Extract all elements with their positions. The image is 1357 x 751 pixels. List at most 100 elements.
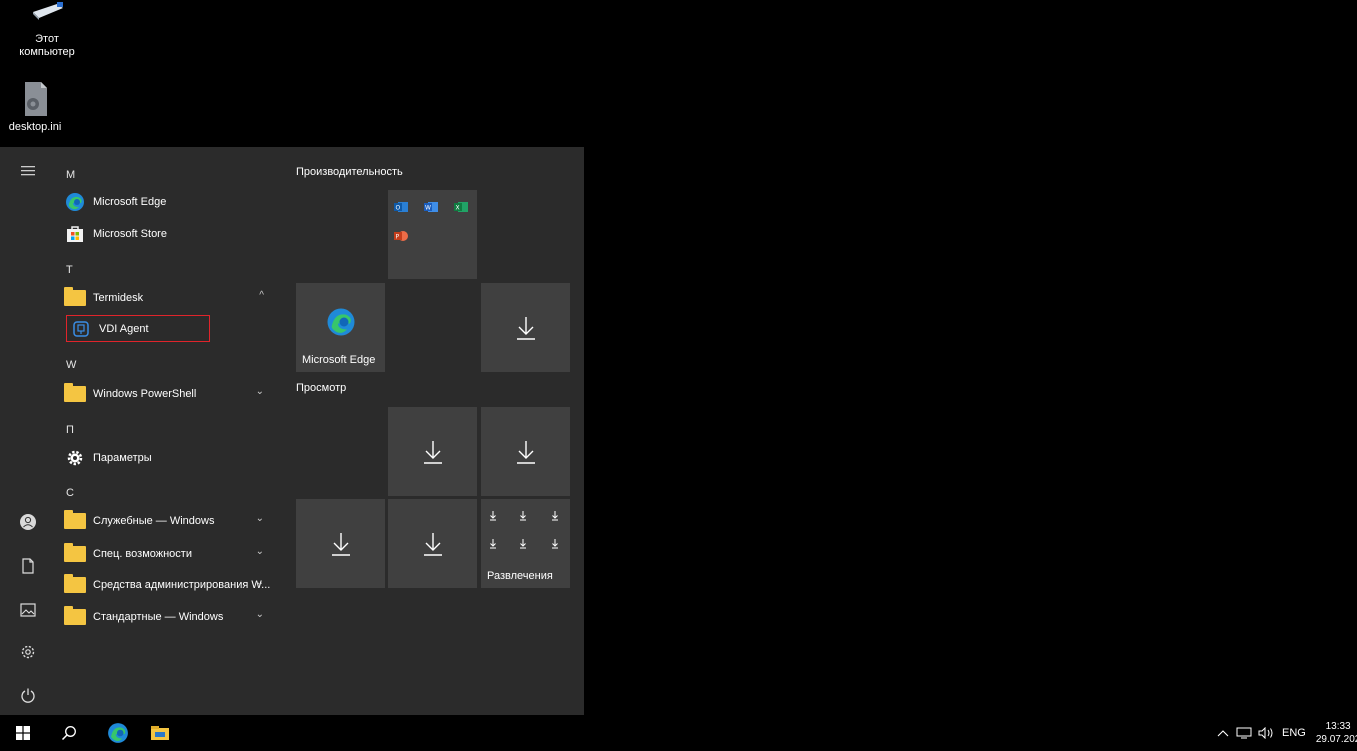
tile-group-title-browse[interactable]: Просмотр [296, 382, 346, 394]
file-explorer-icon [151, 726, 169, 740]
office-letter: O [396, 205, 401, 212]
tile-microsoft-edge[interactable]: Microsoft Edge [296, 283, 385, 372]
app-folder-termidesk[interactable]: Termidesk ^ [64, 284, 274, 312]
volume-icon[interactable] [1258, 727, 1274, 739]
edge-icon [64, 191, 86, 213]
powerpoint-icon: P [394, 229, 408, 247]
tile-group-title-productivity[interactable]: Производительность [296, 166, 403, 178]
input-language-indicator[interactable]: ENG [1282, 727, 1306, 739]
app-settings[interactable]: Параметры [64, 444, 274, 472]
user-icon [20, 514, 36, 530]
app-microsoft-store[interactable]: Microsoft Store [64, 220, 274, 248]
account-button[interactable] [8, 502, 48, 542]
download-icon [490, 511, 558, 549]
chevron-down-icon: ⌄ [255, 609, 264, 620]
letter-header-t[interactable]: T [66, 264, 73, 276]
word-icon: W [424, 200, 438, 218]
desktop-icon-this-pc[interactable]: Этот компьютер [12, 2, 82, 59]
edge-icon [108, 723, 128, 743]
tile-download-placeholder[interactable] [388, 499, 477, 588]
start-rail [0, 147, 56, 715]
office-letter: W [425, 205, 431, 212]
monitor-icon [27, 2, 67, 30]
folder-icon [64, 383, 86, 405]
tile-office-folder[interactable]: O W X P [388, 190, 477, 279]
hamburger-icon [21, 166, 35, 176]
pictures-button[interactable] [8, 590, 48, 630]
folder-icon [64, 510, 86, 532]
download-icon [331, 532, 350, 556]
taskbar: ENG 13:33 29.07.202 [0, 715, 1357, 751]
clock-date: 29.07.202 [1315, 734, 1357, 745]
system-tray: ENG 13:33 29.07.202 [1217, 715, 1357, 751]
gear-icon [21, 645, 35, 659]
tile-label: Развлечения [487, 570, 553, 582]
picture-icon [20, 603, 36, 617]
app-label: Средства администрирования W... [93, 579, 271, 591]
app-label: VDI Agent [99, 322, 149, 335]
app-folder-system-tools[interactable]: Служебные — Windows ⌄ [64, 507, 274, 535]
clock-time: 13:33 [1325, 721, 1351, 732]
app-list: M Microsoft Edge Microsoft Store T Termi… [56, 147, 286, 715]
chevron-down-icon: ⌄ [255, 546, 264, 557]
power-icon [21, 688, 35, 703]
tile-entertainment-folder[interactable]: Развлечения [481, 499, 570, 588]
letter-header-c[interactable]: C [66, 487, 74, 499]
app-label: Служебные — Windows [93, 515, 215, 527]
app-folder-accessibility[interactable]: Спец. возможности ⌄ [64, 540, 274, 568]
outlook-icon: O [394, 200, 408, 218]
download-icon [516, 316, 535, 340]
store-icon [64, 223, 86, 245]
chevron-down-icon: ⌄ [255, 577, 264, 588]
tile-download-placeholder[interactable] [481, 283, 570, 372]
app-label: Стандартные — Windows [93, 611, 224, 623]
start-menu: M Microsoft Edge Microsoft Store T Termi… [0, 147, 584, 715]
taskbar-file-explorer-button[interactable] [137, 715, 183, 751]
app-folder-admin-tools[interactable]: Средства администрирования W... ⌄ [64, 571, 274, 599]
folder-icon [64, 574, 86, 596]
desktop-icon-desktop-ini[interactable]: desktop.ini [0, 80, 70, 134]
gear-icon [64, 447, 86, 469]
office-letter: P [396, 234, 400, 241]
edge-icon [326, 307, 356, 342]
letter-header-p[interactable]: П [66, 424, 74, 436]
power-button[interactable] [8, 675, 48, 715]
desktop-icon-label: компьютер [19, 46, 75, 58]
chevron-up-icon[interactable] [1217, 729, 1229, 737]
app-label: Microsoft Edge [93, 196, 167, 208]
app-vdi-agent[interactable]: VDI Agent [66, 315, 210, 342]
app-label: Termidesk [93, 292, 144, 304]
download-icon [423, 532, 442, 556]
search-icon [61, 726, 76, 741]
taskbar-edge-button[interactable] [95, 715, 141, 751]
app-microsoft-edge[interactable]: Microsoft Edge [64, 188, 274, 216]
tile-download-placeholder[interactable] [388, 407, 477, 496]
start-button[interactable] [0, 715, 46, 751]
app-folder-windows-powershell[interactable]: Windows PowerShell ⌄ [64, 380, 274, 408]
app-label: Microsoft Store [93, 228, 167, 240]
download-icon [516, 440, 535, 464]
chevron-up-icon: ^ [259, 290, 264, 301]
letter-header-w[interactable]: W [66, 359, 76, 371]
hamburger-menu-button[interactable] [8, 151, 48, 191]
desktop-icon-label: Этот [35, 33, 59, 45]
tile-download-placeholder[interactable] [296, 499, 385, 588]
search-button[interactable] [46, 715, 92, 751]
chevron-down-icon: ⌄ [255, 513, 264, 524]
network-icon[interactable] [1236, 727, 1252, 739]
folder-icon [64, 287, 86, 309]
chevron-down-icon: ⌄ [255, 386, 264, 397]
letter-header-m[interactable]: M [66, 169, 75, 181]
app-folder-accessories[interactable]: Стандартные — Windows ⌄ [64, 603, 274, 631]
documents-button[interactable] [8, 546, 48, 586]
tile-download-placeholder[interactable] [481, 407, 570, 496]
settings-file-icon [15, 80, 55, 118]
app-label: Параметры [93, 452, 152, 464]
folder-icon [64, 606, 86, 628]
windows-logo-icon [16, 726, 30, 740]
app-label: Windows PowerShell [93, 388, 197, 400]
desktop-icon-label: desktop.ini [8, 121, 62, 133]
clock[interactable]: 13:33 29.07.202 [1316, 720, 1357, 746]
settings-button[interactable] [8, 632, 48, 672]
tile-label: Microsoft Edge [302, 354, 376, 366]
